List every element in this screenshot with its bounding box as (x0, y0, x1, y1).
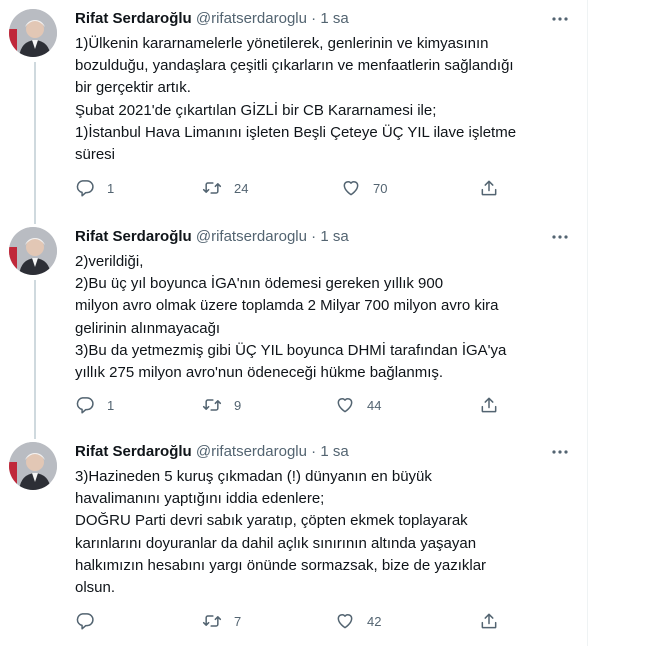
tweet-text-line: bir gerçektir artık. (75, 79, 191, 97)
like-button[interactable]: 44 (335, 395, 381, 415)
tweet-text-line: havalimanını yaptığını iddia edenlere; (75, 490, 325, 508)
more-icon[interactable] (550, 442, 570, 462)
retweet-button[interactable]: 7 (202, 611, 241, 631)
share-button[interactable] (479, 395, 499, 415)
retweet-icon (202, 182, 222, 194)
like-button[interactable]: 70 (341, 178, 387, 198)
tweet-text-line: 3)Bu da yetmezmiş gibi ÜÇ YIL boyunca DH… (75, 341, 507, 359)
tweet-text-line: DOĞRU Parti devri sabık yaratıp, çöpten … (75, 512, 468, 530)
tweet-header: Rifat Serdaroğlu @rifatserdaroglu · 1 sa (75, 228, 349, 245)
more-icon[interactable] (550, 9, 570, 29)
author-handle[interactable]: @rifatserdaroglu (196, 10, 307, 27)
tweet-text-line: süresi (75, 146, 116, 164)
reply-icon (76, 613, 94, 630)
share-icon (481, 397, 497, 413)
thread-line (34, 62, 36, 215)
heart-icon (337, 614, 353, 629)
tweet-text-line: 3)Hazineden 5 kuruş çıkmadan (!) dünyanı… (75, 468, 432, 485)
share-button[interactable] (479, 178, 499, 198)
tweet-text-line: halkımızın hesabını yargı önünde sormazs… (75, 556, 487, 574)
share-icon (481, 180, 497, 196)
reply-button[interactable]: 1 (75, 178, 114, 198)
avatar[interactable] (9, 442, 57, 490)
tweet-actions: 7 42 (75, 611, 515, 633)
reply-count: 1 (107, 180, 115, 196)
like-count: 42 (367, 613, 382, 629)
thread-line (34, 433, 36, 439)
tweet-text-line: bozulduğu, yandaşlara çeşitli çıkarların… (75, 57, 514, 75)
reply-icon (76, 397, 94, 414)
tweet-header: Rifat Serdaroğlu @rifatserdaroglu · 1 sa (75, 10, 349, 27)
author-handle[interactable]: @rifatserdaroglu (196, 443, 307, 460)
tweet-header: Rifat Serdaroğlu @rifatserdaroglu · 1 sa (75, 443, 349, 460)
tweet-text-line: yıllık 275 milyon avro'nun ödeneceği hük… (75, 364, 444, 382)
timeline: Rifat Serdaroğlu @rifatserdaroglu · 1 sa… (0, 0, 588, 646)
tweet-actions: 1 9 44 (75, 395, 515, 417)
retweet-icon (202, 615, 222, 627)
tweet-text-line: olsun. (75, 579, 116, 597)
tweet-text-line: 2)verildiği, (75, 253, 144, 270)
heart-icon (337, 398, 353, 413)
tweet-text-line: 1)İstanbul Hava Limanını işleten Beşli Ç… (75, 123, 517, 141)
tweet-text-line: 2)Bu üç yıl boyunca İGA'nın ödemesi gere… (75, 275, 444, 293)
retweet-icon (202, 399, 222, 411)
thread-line (34, 215, 36, 224)
tweet-text-line: gelirinin alınmayacağı (75, 319, 221, 337)
timestamp[interactable]: 1 sa (320, 228, 348, 245)
tweet-text-line: Şubat 2021'de çıkartılan GİZLİ bir CB Ka… (75, 101, 437, 119)
like-count: 70 (373, 180, 388, 196)
separator-dot: · (311, 10, 317, 27)
reply-button[interactable]: 1 (75, 395, 114, 415)
reply-count: 1 (107, 397, 115, 413)
tweet-text: 3)Hazineden 5 kuruş çıkmadan (!) dünyanı… (75, 466, 580, 599)
share-button[interactable] (479, 611, 499, 631)
separator-dot: · (311, 443, 317, 460)
tweet-text: 1)Ülkenin kararnamelerle yönetilerek, ge… (75, 33, 580, 166)
heart-icon (343, 181, 359, 196)
tweet-text-line: milyon avro olmak üzere toplamda 2 Milya… (75, 297, 499, 315)
separator-dot: · (311, 228, 317, 245)
author-name[interactable]: Rifat Serdaroğlu (75, 443, 192, 460)
reply-icon (76, 180, 94, 197)
retweet-count: 9 (234, 397, 242, 413)
retweet-count: 24 (234, 180, 249, 196)
tweet-actions: 1 24 70 (75, 178, 515, 200)
tweet-text-line: 1)Ülkenin kararnamelerle yönetilerek, ge… (75, 35, 489, 52)
author-handle[interactable]: @rifatserdaroglu (196, 228, 307, 245)
tweet[interactable]: Rifat Serdaroğlu @rifatserdaroglu · 1 sa… (0, 0, 588, 215)
like-count: 44 (367, 397, 382, 413)
like-button[interactable]: 42 (335, 611, 381, 631)
tweet[interactable]: Rifat Serdaroğlu @rifatserdaroglu · 1 sa… (0, 433, 588, 646)
author-name[interactable]: Rifat Serdaroğlu (75, 228, 192, 245)
tweet-text: 2)verildiği, 2)Bu üç yıl boyunca İGA'nın… (75, 251, 580, 384)
share-icon (481, 613, 497, 629)
retweet-count: 7 (234, 613, 242, 629)
tweet-text-line: karınlarını doyuranlar da dahil açlık sı… (75, 534, 477, 552)
timestamp[interactable]: 1 sa (320, 10, 348, 27)
avatar[interactable] (9, 227, 57, 275)
retweet-button[interactable]: 24 (202, 178, 248, 198)
timestamp[interactable]: 1 sa (320, 443, 348, 460)
reply-button[interactable] (75, 611, 107, 631)
more-icon[interactable] (550, 227, 570, 247)
tweet[interactable]: Rifat Serdaroğlu @rifatserdaroglu · 1 sa… (0, 215, 588, 433)
author-name[interactable]: Rifat Serdaroğlu (75, 10, 192, 27)
thread-line (34, 280, 36, 433)
retweet-button[interactable]: 9 (202, 395, 241, 415)
timeline-border (587, 0, 588, 646)
avatar[interactable] (9, 9, 57, 57)
